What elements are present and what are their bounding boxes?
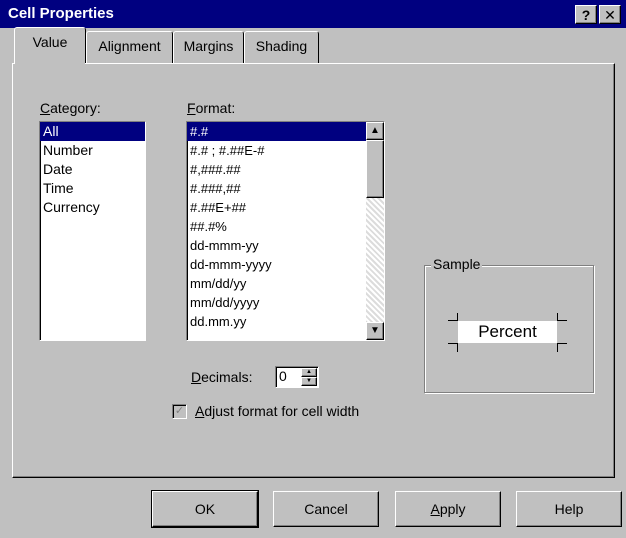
down-arrow-icon: ▼ [370, 325, 380, 336]
tab-shading[interactable]: Shading [244, 31, 319, 63]
help-icon: ? [581, 7, 591, 23]
crop-mark-top-left [448, 313, 458, 321]
decimals-label: Decimals: [191, 369, 253, 385]
scroll-up-button[interactable]: ▲ [366, 122, 384, 140]
list-item[interactable]: Number [40, 141, 145, 160]
help-button[interactable]: ? [575, 5, 597, 24]
crop-mark-top-right [557, 313, 567, 321]
list-item[interactable]: #.# [187, 122, 366, 141]
tab-margins[interactable]: Margins [173, 31, 244, 63]
decimals-value[interactable]: 0 [279, 368, 287, 384]
tab-label: Alignment [98, 38, 161, 54]
category-label: Category: [40, 100, 101, 116]
list-item[interactable]: ##.#% [187, 217, 384, 236]
scroll-down-button[interactable]: ▼ [366, 322, 384, 340]
format-label: Format: [187, 100, 236, 116]
list-item[interactable]: All [40, 122, 145, 141]
title-bar: Cell Properties ? ✕ [0, 0, 626, 28]
list-item[interactable]: Currency [40, 198, 145, 217]
decimals-down-button[interactable]: ▼ [301, 377, 317, 386]
tab-value[interactable]: Value [14, 27, 86, 63]
list-item[interactable]: dd.mm.yy [187, 312, 384, 331]
window-title: Cell Properties [8, 5, 114, 22]
help-dialog-button[interactable]: Help [516, 491, 622, 527]
crop-mark-bottom-right [557, 343, 567, 352]
format-scrollbar[interactable]: ▲ ▼ [366, 122, 384, 340]
checkmark-icon: ✓ [174, 405, 185, 417]
tab-label: Value [32, 34, 68, 50]
cancel-button[interactable]: Cancel [273, 491, 379, 527]
apply-button[interactable]: Apply [395, 491, 501, 527]
decimals-stepper[interactable]: 0 ▲ ▼ [275, 366, 319, 388]
ok-button[interactable]: OK [152, 491, 258, 527]
active-tab-join [15, 62, 85, 65]
list-item[interactable]: #.###,## [187, 179, 384, 198]
sample-legend: Sample [431, 256, 483, 272]
list-item[interactable]: dd-mmm-yyyy [187, 255, 384, 274]
list-item[interactable]: Date [40, 160, 145, 179]
scroll-thumb[interactable] [366, 140, 384, 198]
close-button[interactable]: ✕ [599, 5, 621, 24]
list-item[interactable]: #.##E+## [187, 198, 384, 217]
sample-preview: Percent [458, 321, 557, 343]
up-arrow-icon: ▲ [370, 125, 380, 136]
format-list[interactable]: #.# #.# ; #.##E-# #,###.## #.###,## #.##… [186, 121, 385, 341]
tab-label: Margins [183, 38, 234, 54]
list-item[interactable]: #,###.## [187, 160, 384, 179]
decimals-up-button[interactable]: ▲ [301, 368, 317, 377]
close-icon: ✕ [604, 7, 616, 23]
up-arrow-icon: ▲ [306, 369, 312, 375]
tab-alignment[interactable]: Alignment [86, 31, 173, 63]
down-arrow-icon: ▼ [306, 378, 312, 384]
list-item[interactable]: dd-mmm-yy [187, 236, 384, 255]
list-item[interactable]: mm/dd/yy [187, 274, 384, 293]
tab-label: Shading [255, 38, 308, 54]
list-item[interactable]: mm/dd/yyyy [187, 293, 384, 312]
adjust-checkbox[interactable]: ✓ [172, 404, 187, 419]
adjust-label[interactable]: Adjust format for cell width [195, 403, 359, 419]
crop-mark-bottom-left [448, 343, 458, 352]
category-list[interactable]: All Number Date Time Currency [39, 121, 146, 341]
list-item[interactable]: #.# ; #.##E-# [187, 141, 384, 160]
list-item[interactable]: Time [40, 179, 145, 198]
